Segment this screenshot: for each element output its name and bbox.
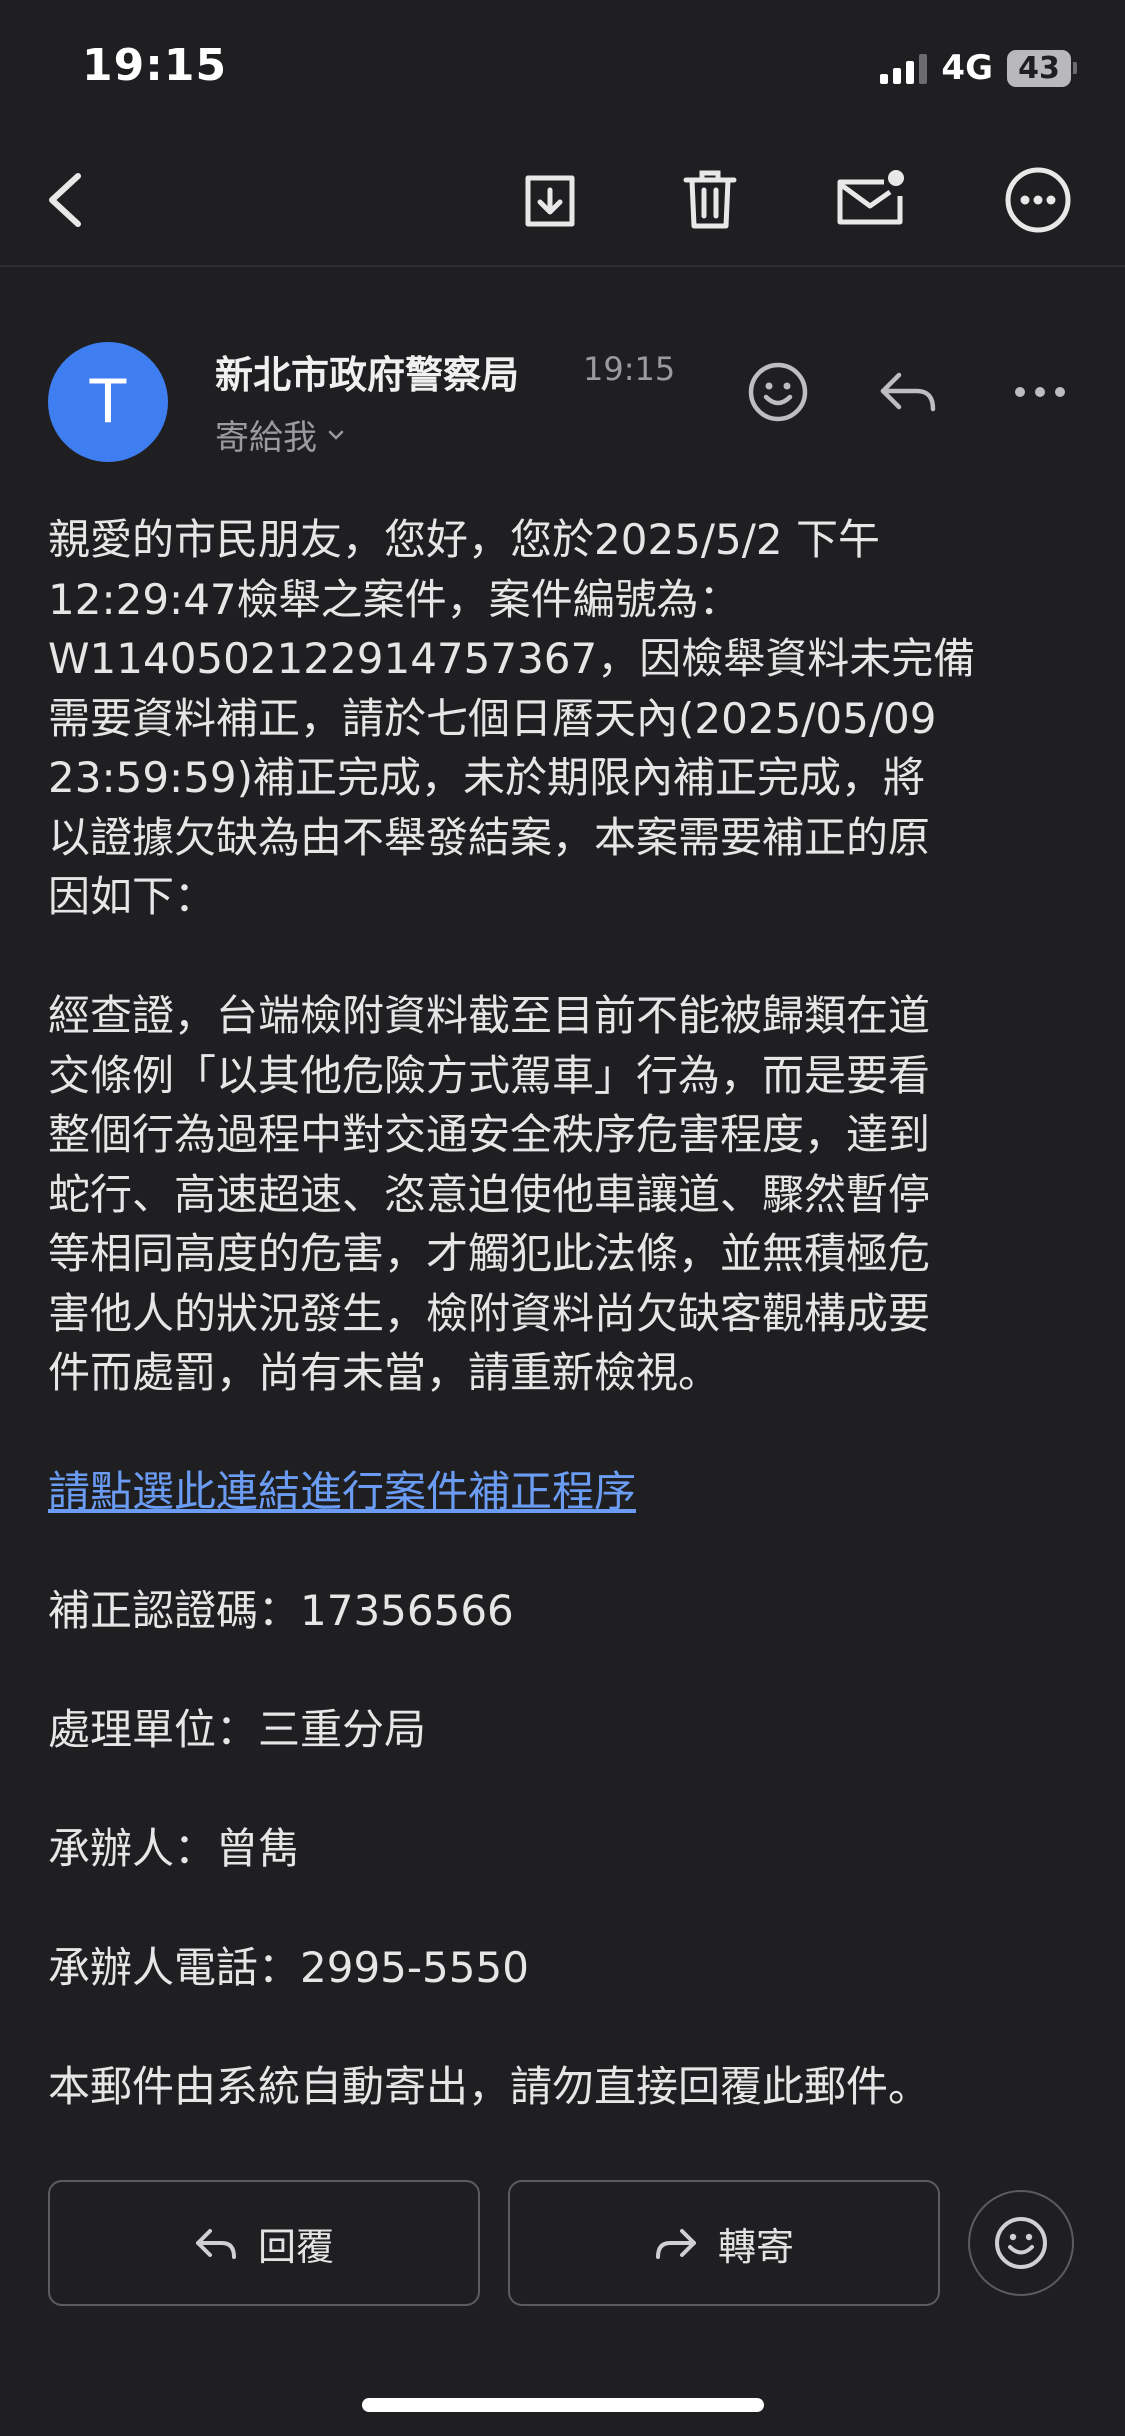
avatar[interactable]: T bbox=[48, 342, 168, 462]
chevron-down-icon bbox=[328, 430, 344, 440]
emoji-react-button[interactable] bbox=[968, 2190, 1074, 2296]
body-paragraph-intro: 親愛的市民朋友，您好，您於2025/5/2 下午 12:29:47檢舉之案件，案… bbox=[48, 515, 976, 921]
forward-action-button[interactable]: 轉寄 bbox=[508, 2180, 940, 2306]
more-options-button[interactable] bbox=[998, 160, 1078, 240]
correction-link[interactable]: 請點選此連結進行案件補正程序 bbox=[48, 1467, 636, 1516]
email-toolbar bbox=[0, 140, 1125, 267]
archive-button[interactable] bbox=[510, 160, 590, 240]
auto-mail-notice: 本郵件由系統自動寄出，請勿直接回覆此郵件。 bbox=[48, 2062, 931, 2111]
body-paragraph-reason: 經查證，台端檢附資料截至目前不能被歸類在道 交條例「以其他危險方式駕車」行為，而… bbox=[48, 991, 931, 1397]
recipient-toggle[interactable]: 寄給我 bbox=[215, 410, 347, 459]
forward-label: 轉寄 bbox=[717, 2224, 794, 2269]
more-horizontal-icon bbox=[1015, 387, 1065, 397]
mark-unread-button[interactable] bbox=[830, 160, 910, 240]
bottom-actions: 回覆 轉寄 bbox=[48, 2180, 1078, 2310]
reply-button[interactable] bbox=[868, 352, 948, 432]
smiley-icon bbox=[748, 362, 808, 422]
signal-icon bbox=[880, 52, 928, 84]
reply-icon bbox=[195, 2229, 236, 2259]
home-indicator[interactable] bbox=[362, 2398, 764, 2412]
network-type: 4G bbox=[941, 48, 993, 88]
sent-time: 19:15 bbox=[583, 350, 676, 388]
forward-icon bbox=[655, 2229, 696, 2259]
archive-icon bbox=[525, 175, 575, 227]
more-options-icon bbox=[1005, 167, 1071, 233]
battery-icon: 43 bbox=[1007, 49, 1077, 87]
verify-code: 補正認證碼：17356566 bbox=[48, 1586, 514, 1635]
back-arrow-icon bbox=[49, 173, 81, 227]
recipient-label: 寄給我 bbox=[215, 418, 317, 458]
back-button[interactable] bbox=[25, 160, 105, 240]
smiley-icon bbox=[995, 2217, 1047, 2269]
battery-level: 43 bbox=[1007, 49, 1071, 87]
reply-action-button[interactable]: 回覆 bbox=[48, 2180, 480, 2306]
handling-unit: 處理單位：三重分局 bbox=[48, 1705, 427, 1754]
officer-name: 承辦人：曾雋 bbox=[48, 1824, 301, 1873]
status-time: 19:15 bbox=[82, 40, 228, 91]
trash-icon bbox=[683, 170, 737, 229]
sender-header: T 新北市政府警察局 19:15 寄給我 bbox=[0, 330, 1125, 480]
message-more-button[interactable] bbox=[1000, 352, 1080, 432]
sender-name: 新北市政府警察局 bbox=[215, 353, 520, 397]
reply-icon bbox=[880, 372, 936, 412]
officer-phone: 承辦人電話：2995-5550 bbox=[48, 1943, 529, 1992]
status-indicators: 4G 43 bbox=[880, 48, 1077, 88]
email-body: 親愛的市民朋友，您好，您於2025/5/2 下午 12:29:47檢舉之案件，案… bbox=[48, 510, 1088, 2117]
emoji-reaction-button[interactable] bbox=[738, 352, 818, 432]
mark-unread-icon bbox=[837, 170, 904, 225]
reply-label: 回覆 bbox=[257, 2224, 334, 2269]
status-bar: 19:15 4G 43 bbox=[0, 0, 1125, 130]
delete-button[interactable] bbox=[670, 160, 750, 240]
